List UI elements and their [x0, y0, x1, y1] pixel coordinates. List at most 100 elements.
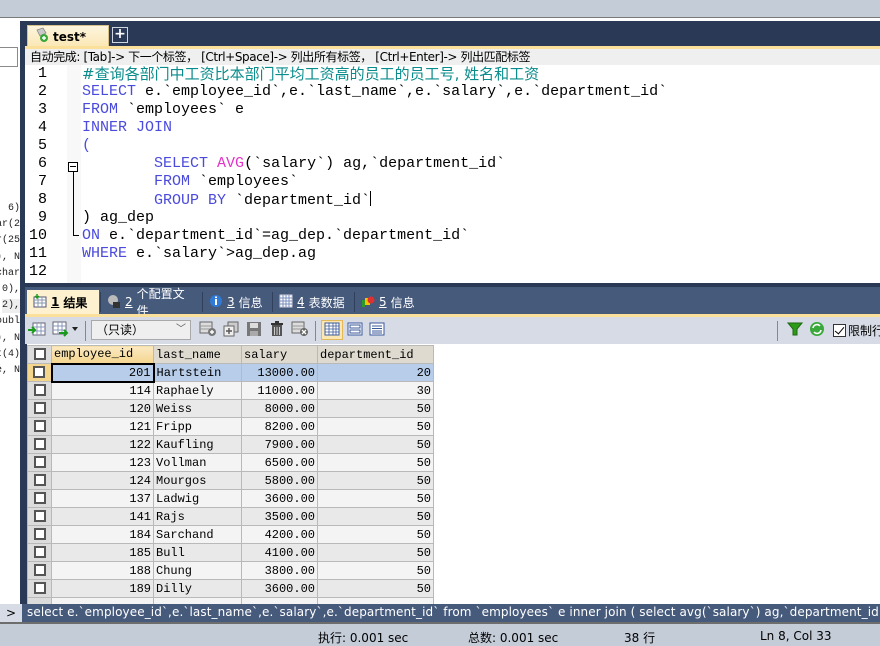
- row-select-checkbox[interactable]: [27, 579, 52, 598]
- cell-salary[interactable]: 3800.00: [241, 561, 318, 580]
- cell-department-id[interactable]: 50: [317, 453, 434, 472]
- table-row[interactable]: 185 Bull 4100.00 50: [27, 543, 434, 562]
- cell-last-name[interactable]: Ladwig: [153, 489, 242, 508]
- cell-employee-id[interactable]: 137: [51, 489, 154, 508]
- table-row[interactable]: 201 Hartstein 13000.00 20: [27, 362, 434, 383]
- row-select-checkbox[interactable]: [27, 435, 52, 454]
- cell-employee-id[interactable]: 114: [51, 381, 154, 400]
- cell-last-name[interactable]: Rajs: [153, 507, 242, 526]
- row-select-checkbox[interactable]: [27, 381, 52, 400]
- row-select-checkbox[interactable]: [27, 543, 52, 562]
- cell-salary[interactable]: 4200.00: [241, 525, 318, 544]
- limit-rows-checkbox[interactable]: 限制行: [833, 322, 880, 339]
- fold-toggle-icon[interactable]: [68, 162, 78, 172]
- cell-last-name[interactable]: Dilly: [153, 579, 242, 598]
- cell-last-name[interactable]: Mourgos: [153, 471, 242, 490]
- code-line[interactable]: (: [82, 137, 91, 155]
- tab-test[interactable]: test*: [27, 25, 109, 47]
- code-line[interactable]: FROM `employees` e: [82, 101, 244, 119]
- select-all-checkbox[interactable]: [27, 345, 52, 364]
- cell-last-name[interactable]: Kaufling: [153, 435, 242, 454]
- cell-last-name[interactable]: Sarchand: [153, 525, 242, 544]
- cell-employee-id[interactable]: 189: [51, 579, 154, 598]
- object-filter-input[interactable]: [0, 47, 18, 67]
- cell-employee-id[interactable]: 185: [51, 543, 154, 562]
- table-row[interactable]: 114 Raphaely 11000.00 30: [27, 381, 434, 400]
- table-row[interactable]: 137 Ladwig 3600.00 50: [27, 489, 434, 508]
- cell-last-name[interactable]: Hartstein: [153, 363, 242, 382]
- row-select-checkbox[interactable]: [27, 363, 52, 382]
- grid-view-button[interactable]: [321, 320, 343, 340]
- cell-department-id[interactable]: 50: [317, 561, 434, 580]
- cell-salary[interactable]: 3600.00: [241, 489, 318, 508]
- cell-employee-id[interactable]: 141: [51, 507, 154, 526]
- column-header-department-id[interactable]: department_id: [317, 345, 434, 364]
- cell-department-id[interactable]: 50: [317, 543, 434, 562]
- cell-salary[interactable]: 4100.00: [241, 543, 318, 562]
- cell-department-id[interactable]: 50: [317, 435, 434, 454]
- cell-department-id[interactable]: 50: [317, 417, 434, 436]
- code-line[interactable]: FROM `employees`: [82, 173, 298, 191]
- code-line[interactable]: #查询各部门中工资比本部门平均工资高的员工的员工号, 姓名和工资: [82, 65, 539, 85]
- cell-department-id[interactable]: 30: [317, 381, 434, 400]
- column-header-salary[interactable]: salary: [241, 345, 318, 364]
- delete-row-button[interactable]: [267, 320, 287, 339]
- cell-salary[interactable]: 3600.00: [241, 579, 318, 598]
- code-line[interactable]: SELECT AVG(`salary`) ag,`department_id`: [82, 155, 505, 173]
- refresh-button[interactable]: [807, 321, 827, 339]
- row-select-checkbox[interactable]: [27, 507, 52, 526]
- cell-employee-id[interactable]: 121: [51, 417, 154, 436]
- table-row[interactable]: 122 Kaufling 7900.00 50: [27, 435, 434, 454]
- code-line[interactable]: INNER JOIN: [82, 119, 172, 137]
- cell-salary[interactable]: 6500.00: [241, 453, 318, 472]
- cell-last-name[interactable]: Bull: [153, 543, 242, 562]
- cell-salary[interactable]: 8000.00: [241, 399, 318, 418]
- cell-department-id[interactable]: 50: [317, 525, 434, 544]
- cell-salary[interactable]: 3500.00: [241, 507, 318, 526]
- filter-button[interactable]: [785, 321, 805, 339]
- cell-employee-id[interactable]: 201: [50, 362, 155, 383]
- table-row[interactable]: 188 Chung 3800.00 50: [27, 561, 434, 580]
- row-select-checkbox[interactable]: [27, 453, 52, 472]
- cell-department-id[interactable]: 50: [317, 579, 434, 598]
- table-row[interactable]: 120 Weiss 8000.00 50: [27, 399, 434, 418]
- row-select-checkbox[interactable]: [27, 561, 52, 580]
- cell-employee-id[interactable]: 123: [51, 453, 154, 472]
- new-tab-button[interactable]: +: [112, 27, 128, 43]
- result-tab-5[interactable]: 5 信息: [355, 290, 423, 314]
- result-tab-3[interactable]: 3 信息: [203, 290, 271, 314]
- cell-salary[interactable]: 5800.00: [241, 471, 318, 490]
- cell-employee-id[interactable]: 120: [51, 399, 154, 418]
- code-line[interactable]: ) ag_dep: [82, 209, 154, 227]
- cell-employee-id[interactable]: 124: [51, 471, 154, 490]
- code-line[interactable]: ON e.`department_id`=ag_dep.`department_…: [82, 227, 469, 245]
- row-select-checkbox[interactable]: [27, 471, 52, 490]
- cell-department-id[interactable]: 20: [317, 363, 434, 382]
- cell-department-id[interactable]: 50: [317, 471, 434, 490]
- expand-sql-button[interactable]: >: [0, 604, 22, 622]
- import-dropdown-button[interactable]: [51, 321, 81, 339]
- result-tab-4[interactable]: 4 表数据: [273, 290, 353, 314]
- code-editor[interactable]: 1 2 3 4 5 6 7 8 9 10 11 12 #查询各部门中工资比本部门平均工资高的员工的员工…: [25, 65, 880, 283]
- export-button[interactable]: [27, 321, 47, 339]
- row-select-checkbox[interactable]: [27, 525, 52, 544]
- table-row[interactable]: 123 Vollman 6500.00 50: [27, 453, 434, 472]
- cell-last-name[interactable]: Fripp: [153, 417, 242, 436]
- cell-employee-id[interactable]: 122: [51, 435, 154, 454]
- table-row[interactable]: 124 Mourgos 5800.00 50: [27, 471, 434, 490]
- cell-employee-id[interactable]: 184: [51, 525, 154, 544]
- form-view-button[interactable]: [345, 321, 365, 339]
- add-row-button[interactable]: [198, 321, 218, 339]
- table-row[interactable]: 189 Dilly 3600.00 50: [27, 579, 434, 598]
- cell-last-name[interactable]: Vollman: [153, 453, 242, 472]
- cell-department-id[interactable]: 50: [317, 399, 434, 418]
- row-select-checkbox[interactable]: [27, 489, 52, 508]
- edit-mode-select[interactable]: （只读） ﹀: [91, 320, 191, 340]
- save-button[interactable]: [244, 321, 264, 339]
- result-tab-1[interactable]: 1 结果: [27, 290, 99, 314]
- text-view-button[interactable]: [367, 321, 387, 339]
- cell-last-name[interactable]: Weiss: [153, 399, 242, 418]
- cell-department-id[interactable]: 50: [317, 489, 434, 508]
- cell-salary[interactable]: 11000.00: [241, 381, 318, 400]
- cell-last-name[interactable]: Chung: [153, 561, 242, 580]
